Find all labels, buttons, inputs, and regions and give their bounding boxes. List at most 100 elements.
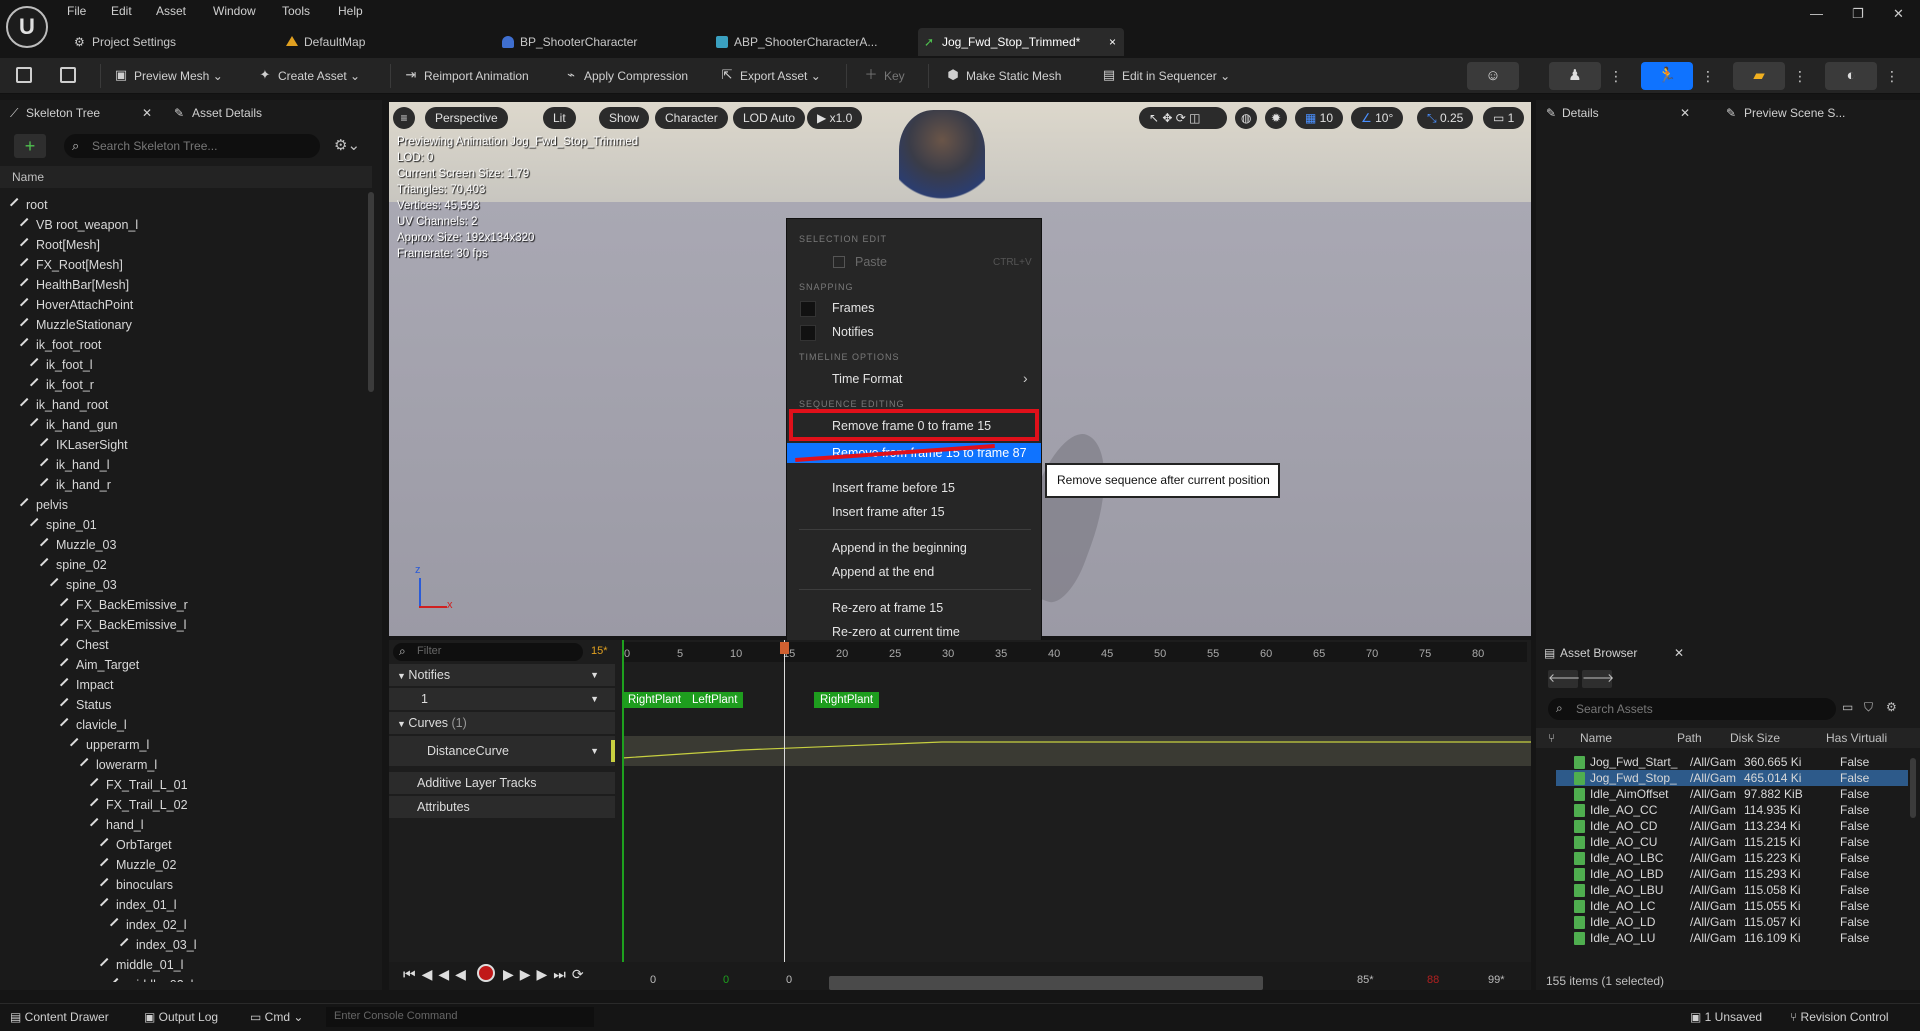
maximize-icon[interactable]: ❐ [1852,6,1864,22]
transport-controls[interactable]: ⏮◀◀◀ [403,966,472,983]
tab-bp-shooter-character[interactable]: BP_ShooterCharacter [496,28,696,56]
more-options-icon[interactable]: ⋮ [1701,64,1715,88]
export-asset-button[interactable]: ⇱ Export Asset ⌄ [718,62,821,90]
tree-row[interactable]: Muzzle_02 [99,855,176,875]
add-bone-button[interactable]: + [14,134,46,158]
camera-speed-button[interactable]: ▭ 1 [1483,107,1525,129]
unreal-logo-icon[interactable]: U [6,6,48,48]
menu-item-insert-before[interactable]: Insert frame before 15 [832,481,955,495]
menu-item-time-format[interactable]: Time Format [832,372,902,386]
apply-compression-button[interactable]: ⌁ Apply Compression [562,62,688,90]
tree-row[interactable]: spine_02 [39,555,107,575]
output-log-button[interactable]: ▣ Output Log [144,1010,218,1024]
show-button[interactable]: Show [599,107,650,129]
tree-row[interactable]: index_02_l [109,915,186,935]
tree-row[interactable]: upperarm_l [69,735,149,755]
asset-row[interactable]: Idle_AO_LBD/All/Gam 115.293 Ki False [1556,866,1908,882]
tree-row[interactable]: pelvis [19,495,68,515]
playhead-handle[interactable] [780,642,789,654]
tab-asset-details[interactable]: ✎ Asset Details [170,100,320,126]
tree-row[interactable]: Root[Mesh] [19,235,100,255]
tree-row[interactable]: IKLaserSight [39,435,128,455]
physics-mode-button[interactable]: ◐ [1825,62,1877,90]
tree-row[interactable]: OrbTarget [99,835,172,855]
asset-row[interactable]: Idle_AO_CU/All/Gam 115.215 Ki False [1556,834,1908,850]
asset-row[interactable]: Idle_AO_LBC/All/Gam 115.223 Ki False [1556,850,1908,866]
notifies-checkbox[interactable] [800,325,816,341]
asset-row[interactable]: Idle_AO_CC/All/Gam 114.935 Ki False [1556,802,1908,818]
tree-row[interactable]: Muzzle_03 [39,535,116,555]
lit-button[interactable]: Lit [543,107,576,129]
tree-row[interactable]: FX_Root[Mesh] [19,255,123,275]
column-header-name[interactable]: Name [1580,731,1612,745]
tab-details[interactable]: ✎ Details ✕ [1544,100,1714,126]
dropdown-icon[interactable]: ▼ [590,688,599,710]
tree-row[interactable]: FX_Trail_L_02 [89,795,188,815]
tree-row[interactable]: index_01_l [99,895,176,915]
close-tab-icon[interactable]: ✕ [1680,100,1690,126]
column-header-disk-size[interactable]: Disk Size [1730,731,1780,745]
create-asset-button[interactable]: ✦ Create Asset ⌄ [256,62,361,90]
tree-row[interactable]: lowerarm_l [79,755,157,775]
close-tab-icon[interactable]: × [1109,28,1116,56]
dropdown-icon[interactable]: ▼ [590,736,599,766]
save-icon[interactable] [16,67,32,83]
tree-row[interactable]: spine_01 [29,515,97,535]
key-button[interactable]: ＋ Key [862,62,904,90]
playback-controls[interactable]: ▶▶▶⏭⟳ [503,966,590,983]
folder-icon[interactable]: ▭ [1842,700,1853,714]
close-tab-icon[interactable]: ✕ [1674,640,1684,666]
angle-snap-button[interactable]: ∠ 10° [1351,107,1404,129]
asset-row[interactable]: Idle_AO_LU/All/Gam 116.109 Ki False [1556,930,1908,946]
reimport-animation-button[interactable]: ⇥ Reimport Animation [402,62,529,90]
tree-row[interactable]: ik_hand_r [39,475,111,495]
character-model[interactable] [899,110,985,210]
tree-row[interactable]: ik_hand_root [19,395,108,415]
menu-item-notifies[interactable]: Notifies [832,325,874,339]
menu-item-insert-after[interactable]: Insert frame after 15 [832,505,945,519]
tree-row[interactable]: spine_03 [49,575,117,595]
close-tab-icon[interactable]: ✕ [142,100,152,126]
unsaved-indicator[interactable]: ▣ 1 Unsaved [1690,1010,1762,1024]
asset-row[interactable]: Idle_AimOffset/All/Gam 97.882 KiB False [1556,786,1908,802]
grid-snap-button[interactable]: ▦ 10 [1295,107,1344,129]
browse-icon[interactable] [60,67,76,83]
skeleton-search-input[interactable]: ⌕ Search Skeleton Tree... [64,134,320,158]
timeline-filter-input[interactable]: ⌕ Filter [393,643,583,661]
column-header-name[interactable]: Name [0,166,372,188]
mesh-mode-button[interactable]: ♟ [1549,62,1601,90]
column-header-virtualized[interactable]: Has Virtuali [1826,731,1887,745]
tree-row[interactable]: VB root_weapon_l [19,215,138,235]
character-button[interactable]: Character [655,107,728,129]
tree-row[interactable]: binoculars [99,875,173,895]
tree-row[interactable]: ik_hand_l [39,455,110,475]
console-input[interactable]: Enter Console Command [326,1007,594,1027]
perspective-button[interactable]: Perspective [425,107,508,129]
curves-track-header[interactable]: ▼ Curves (1) [389,712,615,734]
tab-abp-shooter-character[interactable]: ABP_ShooterCharacterA... [710,28,910,56]
menu-item-rezero-time[interactable]: Re-zero at current time [832,625,960,639]
tab-skeleton-tree[interactable]: ⟋ Skeleton Tree ✕ [8,100,158,126]
tree-row[interactable]: FX_BackEmissive_r [59,595,188,615]
more-options-icon[interactable]: ⋮ [1885,64,1899,88]
tree-row[interactable]: hand_l [89,815,144,835]
column-header-path[interactable]: Path [1677,731,1702,745]
preview-mesh-button[interactable]: ▣ Preview Mesh ⌄ [112,62,223,90]
tree-row[interactable]: Status [59,695,111,715]
tree-row[interactable]: HoverAttachPoint [19,295,133,315]
tab-preview-scene[interactable]: ✎ Preview Scene S... [1722,100,1912,126]
menu-item-remove-before[interactable]: Remove frame 0 to frame 15 [832,419,991,433]
menu-item-append-end[interactable]: Append at the end [832,565,934,579]
content-drawer-button[interactable]: ▤ Content Drawer [10,1010,109,1024]
menu-item-frames[interactable]: Frames [832,301,874,315]
tree-row[interactable]: ik_hand_gun [29,415,118,435]
transform-tools[interactable]: ↖ ✥ ⟳ ◫ [1139,107,1227,129]
asset-search-input[interactable]: ⌕ Search Assets [1548,698,1836,720]
asset-row[interactable]: Jog_Fwd_Start_/All/Gam 360.665 Ki False [1556,754,1908,770]
forward-arrow-icon[interactable]: 🡒 [1582,670,1614,688]
asset-row[interactable]: Idle_AO_LD/All/Gam 115.057 Ki False [1556,914,1908,930]
menu-item-paste[interactable]: Paste [855,255,887,269]
asset-row[interactable]: Idle_AO_LC/All/Gam 115.055 Ki False [1556,898,1908,914]
menu-window[interactable]: Window [213,4,256,18]
close-window-icon[interactable]: ✕ [1893,6,1904,22]
